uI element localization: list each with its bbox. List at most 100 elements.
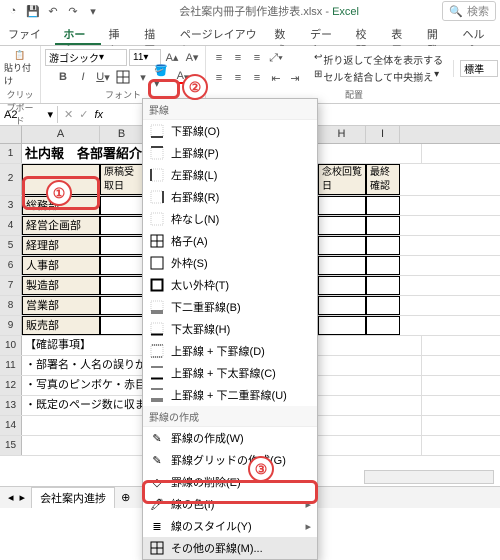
select-all-corner[interactable] <box>0 126 22 143</box>
cell[interactable]: 人事部 <box>22 256 100 275</box>
dd-border-right[interactable]: 右罫線(R) <box>143 186 317 208</box>
cell[interactable] <box>318 256 366 275</box>
cell[interactable]: 営業部 <box>22 296 100 315</box>
orientation-icon[interactable]: ⤢▾ <box>267 49 285 67</box>
dd-more-borders[interactable]: その他の罫線(M)... <box>143 537 317 559</box>
cell[interactable] <box>318 316 366 335</box>
cell[interactable]: 原稿受取日 <box>100 164 144 195</box>
fx-icon[interactable]: fx <box>94 109 103 121</box>
dd-border-bottom-double[interactable]: 下二重罫線(B) <box>143 296 317 318</box>
dd-border-top-thick-bottom[interactable]: 上罫線 + 下太罫線(C) <box>143 362 317 384</box>
col-header[interactable]: A <box>22 126 100 143</box>
dd-draw-border-grid[interactable]: ✎罫線グリッドの作成(G) <box>143 449 317 471</box>
italic-button[interactable]: I <box>74 68 92 86</box>
dd-border-thick-outside[interactable]: 太い外枠(T) <box>143 274 317 296</box>
tab-draw[interactable]: 描画 <box>136 22 172 45</box>
cell[interactable] <box>318 236 366 255</box>
bold-button[interactable]: B <box>54 68 72 86</box>
cell[interactable] <box>318 196 366 215</box>
borders-dropdown-arrow[interactable]: ▾ <box>134 68 152 86</box>
paste-button[interactable]: 📋 貼り付け <box>4 50 36 87</box>
align-top-icon[interactable]: ≡ <box>210 49 228 67</box>
enter-icon[interactable]: ✓ <box>79 108 88 121</box>
dd-border-left[interactable]: 左罫線(L) <box>143 164 317 186</box>
dd-border-none[interactable]: 枠なし(N) <box>143 208 317 230</box>
dd-border-top-double-bottom[interactable]: 上罫線 + 下二重罫線(U) <box>143 384 317 406</box>
save-icon[interactable]: 💾 <box>24 2 42 20</box>
cell[interactable] <box>100 216 144 235</box>
horizontal-scrollbar[interactable] <box>364 470 494 484</box>
cell[interactable]: 販売部 <box>22 316 100 335</box>
cell[interactable] <box>366 296 400 315</box>
dd-border-top[interactable]: 上罫線(P) <box>143 142 317 164</box>
row-header[interactable]: 2 <box>0 164 22 195</box>
sheet-tab[interactable]: 会社案内進捗 <box>31 487 115 508</box>
dd-border-bottom-thick[interactable]: 下太罫線(H) <box>143 318 317 340</box>
cell[interactable]: 経営企画部 <box>22 216 100 235</box>
sheet-nav-next-icon[interactable]: ▸ <box>20 491 26 504</box>
redo-icon[interactable]: ↷ <box>64 2 82 20</box>
tab-formulas[interactable]: 数式 <box>266 22 302 45</box>
cell[interactable] <box>318 216 366 235</box>
align-center-icon[interactable]: ≡ <box>229 69 247 87</box>
align-bottom-icon[interactable]: ≡ <box>248 49 266 67</box>
dd-border-outside[interactable]: 外枠(S) <box>143 252 317 274</box>
search-box[interactable]: 🔍 検索 <box>442 1 496 21</box>
dd-line-style[interactable]: ≣線のスタイル(Y)▸ <box>143 515 317 537</box>
cell[interactable] <box>100 316 144 335</box>
tab-developer[interactable]: 開発 <box>419 22 455 45</box>
borders-button[interactable] <box>114 68 132 86</box>
tab-help[interactable]: ヘルプ <box>455 22 500 45</box>
cell[interactable] <box>100 196 144 215</box>
row-header[interactable]: 1 <box>0 144 22 163</box>
cell[interactable] <box>366 236 400 255</box>
autosave-toggle[interactable]: ◔ <box>4 2 22 20</box>
decrease-font-icon[interactable]: A▾ <box>183 48 201 66</box>
dd-border-top-bottom[interactable]: 上罫線 + 下罫線(D) <box>143 340 317 362</box>
tab-data[interactable]: データ <box>302 22 348 45</box>
cell[interactable] <box>318 276 366 295</box>
cell[interactable] <box>100 296 144 315</box>
cell[interactable] <box>100 236 144 255</box>
cell[interactable]: 最終確認完了日 <box>366 164 400 195</box>
cell[interactable]: 製造部 <box>22 276 100 295</box>
align-left-icon[interactable]: ≡ <box>210 69 228 87</box>
tab-view[interactable]: 表示 <box>383 22 419 45</box>
tab-review[interactable]: 校閲 <box>348 22 384 45</box>
col-header[interactable]: I <box>366 126 400 143</box>
cell[interactable] <box>366 276 400 295</box>
cancel-icon[interactable]: ✕ <box>64 108 73 121</box>
cell[interactable] <box>100 256 144 275</box>
dd-border-bottom[interactable]: 下罫線(O) <box>143 120 317 142</box>
tab-pagelayout[interactable]: ページレイアウト <box>172 22 266 45</box>
dd-line-color[interactable]: 🖊線の色(I)▸ <box>143 493 317 515</box>
dd-border-all[interactable]: 格子(A) <box>143 230 317 252</box>
underline-button[interactable]: U▾ <box>94 68 112 86</box>
cell[interactable]: 念校回覧日 <box>318 164 366 195</box>
add-sheet-icon[interactable]: ⊕ <box>121 491 130 504</box>
cell[interactable] <box>318 296 366 315</box>
tab-home[interactable]: ホーム <box>55 22 100 45</box>
qat-more-icon[interactable]: ▾ <box>84 2 102 20</box>
cell[interactable] <box>366 216 400 235</box>
tab-file[interactable]: ファイル <box>0 22 55 45</box>
cell[interactable]: 経理部 <box>22 236 100 255</box>
col-header[interactable]: B <box>100 126 144 143</box>
indent-dec-icon[interactable]: ⇤ <box>267 69 285 87</box>
col-header[interactable]: H <box>318 126 366 143</box>
font-size-select[interactable]: 11 ▾ <box>129 49 161 66</box>
tab-insert[interactable]: 挿入 <box>101 22 137 45</box>
align-right-icon[interactable]: ≡ <box>248 69 266 87</box>
dd-draw-border[interactable]: ✎罫線の作成(W) <box>143 427 317 449</box>
font-family-select[interactable]: 游ゴシック ▾ <box>45 49 127 66</box>
sheet-nav-prev-icon[interactable]: ◂ <box>8 491 14 504</box>
undo-icon[interactable]: ↶ <box>44 2 62 20</box>
indent-inc-icon[interactable]: ⇥ <box>286 69 304 87</box>
cell[interactable] <box>366 316 400 335</box>
fill-color-button[interactable]: 🪣▾ <box>154 68 172 86</box>
wrap-text-button[interactable]: ↩ 折り返して全体を表示する <box>314 52 443 67</box>
cell[interactable] <box>366 256 400 275</box>
dd-erase-border[interactable]: ◇罫線の削除(E) <box>143 471 317 493</box>
merge-center-button[interactable]: ⊞ セルを結合して中央揃え ▾ <box>314 69 443 84</box>
align-middle-icon[interactable]: ≡ <box>229 49 247 67</box>
